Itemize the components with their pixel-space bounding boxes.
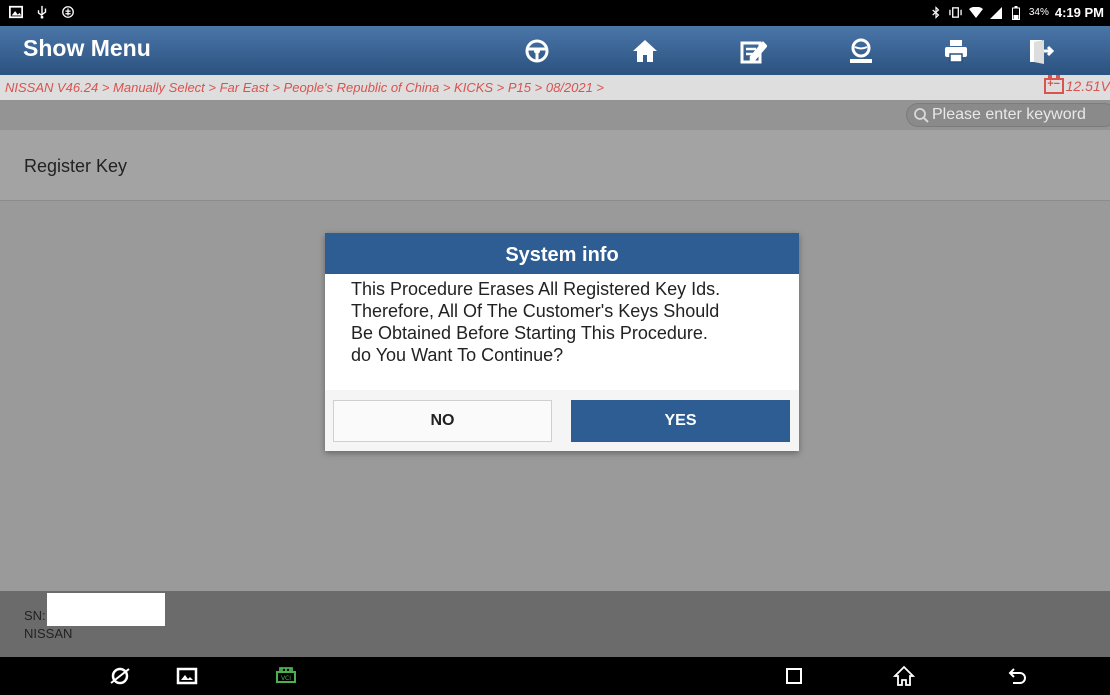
redacted-serial <box>47 593 165 626</box>
android-nav-bar: VCI <box>0 657 1110 695</box>
gallery-button[interactable] <box>173 663 201 689</box>
footer: SN: NISSAN <box>0 591 1110 657</box>
svg-text:VCI: VCI <box>281 675 291 682</box>
serial-number-label: SN: <box>24 608 46 623</box>
bug-icon <box>60 4 76 20</box>
no-button[interactable]: NO <box>333 400 552 442</box>
battery-percent: 34% <box>1028 7 1049 18</box>
edit-button[interactable] <box>699 26 807 75</box>
dialog-message-line: do You Want To Continue? <box>351 345 564 365</box>
list-item[interactable]: Register Key <box>0 130 1110 201</box>
breadcrumb-bar: NISSAN V46.24 > Manually Select > Far Ea… <box>0 75 1110 100</box>
signal-icon <box>989 6 1003 20</box>
car-battery-icon: +− <box>1043 75 1064 94</box>
user-button[interactable] <box>807 26 915 75</box>
yes-button[interactable]: YES <box>571 400 790 442</box>
bluetooth-icon <box>929 6 943 20</box>
search-row <box>0 100 1110 130</box>
recents-button[interactable] <box>780 663 808 689</box>
breadcrumb: NISSAN V46.24 > Manually Select > Far Ea… <box>5 80 605 95</box>
list-item-label: Register Key <box>24 156 128 176</box>
voltage-value: 12.51V <box>1065 78 1110 94</box>
exit-icon <box>1030 39 1054 64</box>
gallery-icon <box>176 667 198 685</box>
browser-button[interactable] <box>106 663 134 689</box>
clock: 4:19 PM <box>1054 5 1104 20</box>
wifi-icon <box>968 6 983 20</box>
user-icon <box>850 38 872 63</box>
dialog-message-line: Be Obtained Before Starting This Procedu… <box>351 323 708 343</box>
edit-icon <box>740 40 767 63</box>
planet-icon <box>110 667 130 685</box>
dialog-message-line: Therefore, All Of The Customer's Keys Sh… <box>351 301 720 321</box>
steering-wheel-icon <box>525 39 549 62</box>
dialog-buttons: NO YES <box>333 400 791 442</box>
dialog-message: This Procedure Erases All Registered Key… <box>325 274 799 390</box>
search-icon <box>914 108 929 123</box>
battery-voltage: +− 12.51V <box>1043 75 1110 94</box>
system-info-dialog: System info This Procedure Erases All Re… <box>325 233 799 451</box>
print-icon <box>945 39 967 63</box>
image-notification-icon <box>8 4 24 20</box>
battery-icon <box>1009 5 1023 20</box>
status-bar: 34% 4:19 PM <box>0 0 1110 26</box>
search-input[interactable] <box>932 106 1110 124</box>
home-nav-button[interactable] <box>890 663 918 689</box>
recents-icon <box>786 668 802 684</box>
back-icon <box>1008 668 1026 684</box>
back-button[interactable] <box>1003 663 1031 689</box>
home-icon <box>633 39 657 62</box>
steering-wheel-button[interactable] <box>483 26 591 75</box>
dialog-title: System info <box>325 233 799 274</box>
home-button[interactable] <box>591 26 699 75</box>
exit-button[interactable] <box>986 26 1094 75</box>
app-header: Show Menu <box>0 26 1110 75</box>
search-box[interactable] <box>906 103 1110 127</box>
home-outline-icon <box>892 665 916 686</box>
usb-debug-icon <box>34 4 50 20</box>
page-title: Show Menu <box>23 35 151 61</box>
vibrate-icon <box>949 6 963 20</box>
vci-button[interactable]: VCI <box>272 663 300 689</box>
dialog-message-line: This Procedure Erases All Registered Key… <box>351 279 721 299</box>
vehicle-brand: NISSAN <box>24 626 73 641</box>
vci-icon: VCI <box>276 667 296 683</box>
